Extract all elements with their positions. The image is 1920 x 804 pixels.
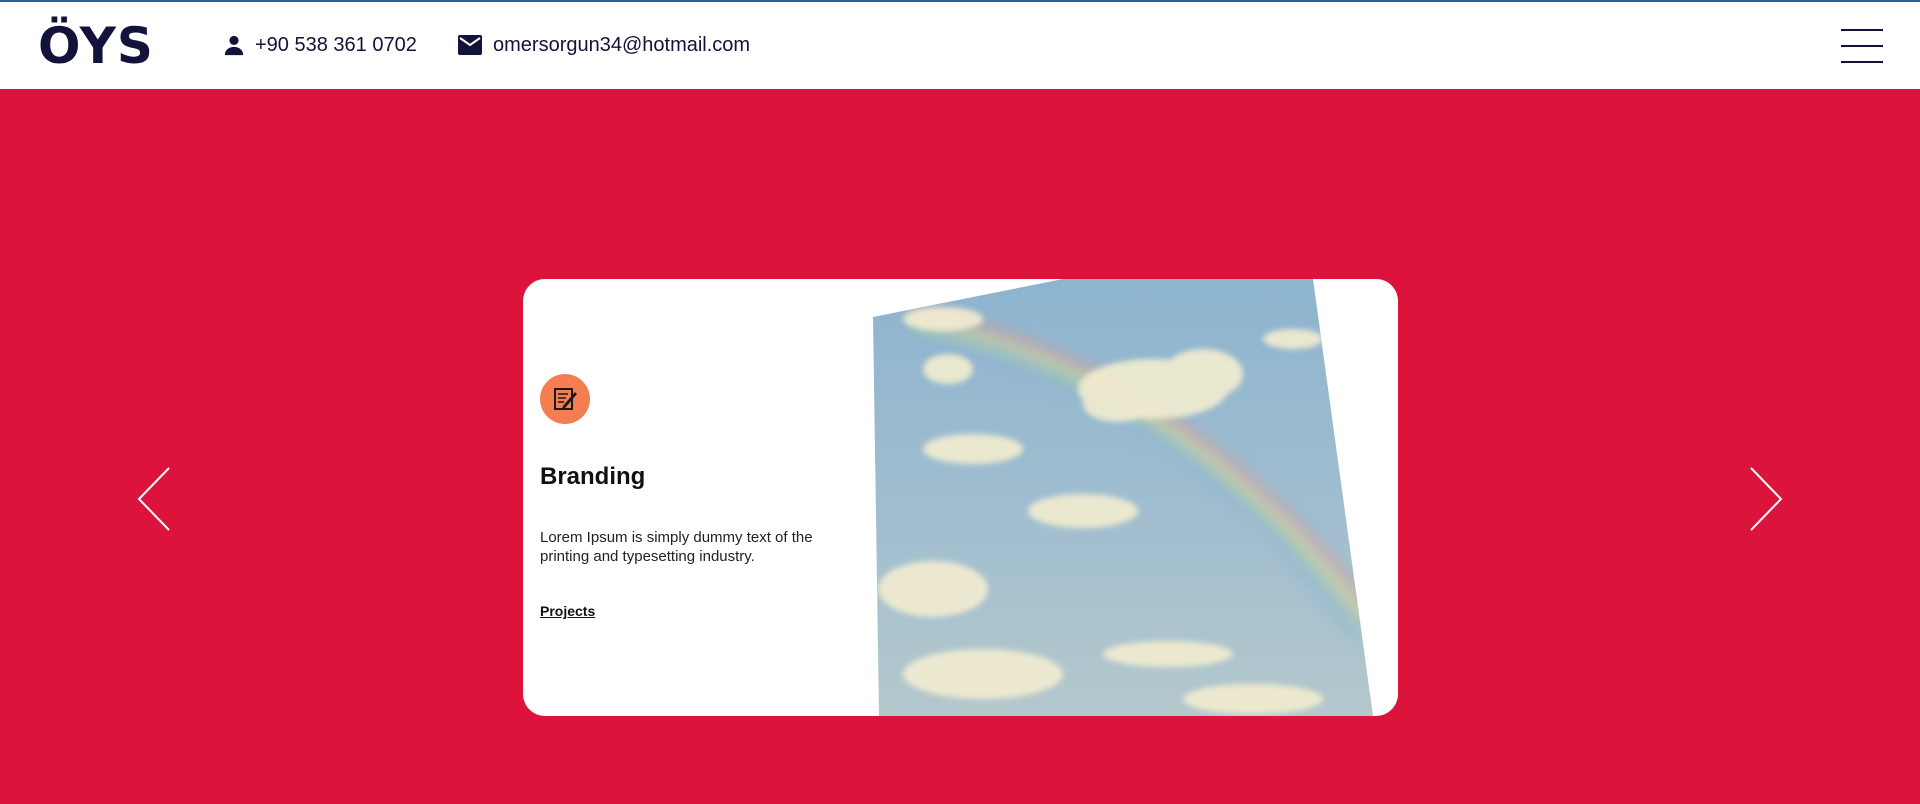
site-logo[interactable]: ÖYS <box>38 16 154 76</box>
contact-phone[interactable]: +90 538 361 0702 <box>223 32 417 58</box>
chevron-left-icon[interactable] <box>135 464 175 534</box>
site-header: ÖYS +90 538 361 0702 omersorgun34@hotmai… <box>0 2 1920 89</box>
edit-document-icon <box>540 374 590 424</box>
menu-line <box>1841 61 1883 63</box>
hero-slider: Branding Lorem Ipsum is simply dummy tex… <box>0 89 1920 804</box>
email-address: omersorgun34@hotmail.com <box>493 34 751 56</box>
chevron-right-icon[interactable] <box>1745 464 1785 534</box>
card-description: Lorem Ipsum is simply dummy text of the … <box>540 529 813 565</box>
envelope-icon <box>458 35 482 55</box>
contact-email[interactable]: omersorgun34@hotmail.com <box>457 32 750 58</box>
service-card: Branding Lorem Ipsum is simply dummy tex… <box>523 279 1398 716</box>
phone-number: +90 538 361 0702 <box>255 34 417 56</box>
projects-link[interactable]: Projects <box>540 603 595 619</box>
menu-line <box>1841 45 1883 47</box>
menu-line <box>1841 29 1883 31</box>
hamburger-menu-icon[interactable] <box>1841 29 1883 63</box>
person-icon <box>224 35 244 56</box>
sky-rainbow-image <box>873 279 1373 716</box>
card-title: Branding <box>540 463 646 490</box>
